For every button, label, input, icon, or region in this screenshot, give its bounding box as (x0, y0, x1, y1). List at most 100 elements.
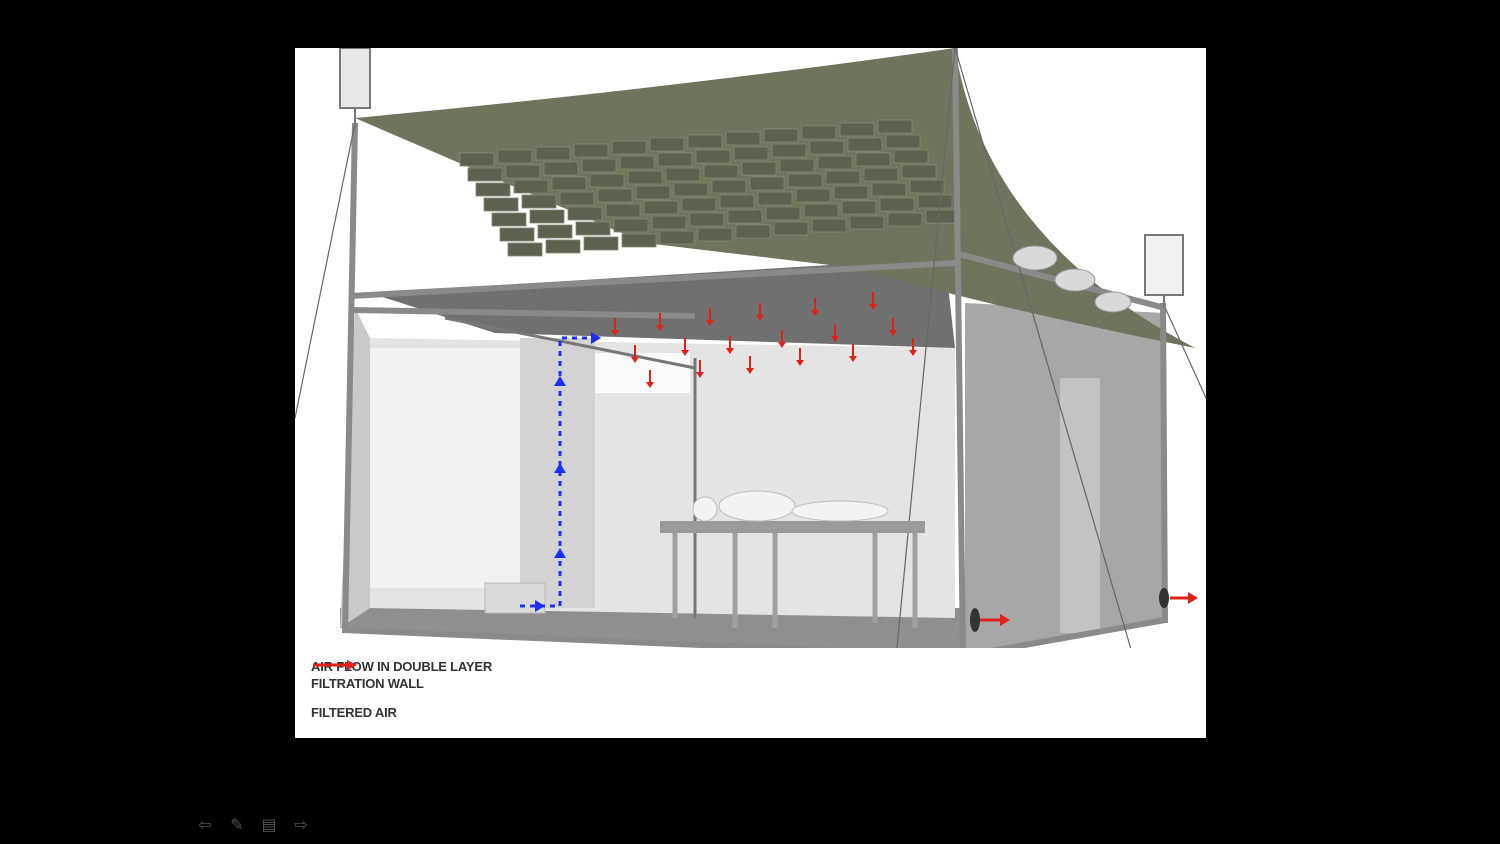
solar-cell (643, 200, 679, 215)
slide: AIR FLOW IN DOUBLE LAYER FILTRATION WALL… (295, 48, 1206, 738)
slideshow-controls: ⇦ ✎ ▤ ⇨ (195, 814, 311, 834)
solar-cell (879, 197, 915, 212)
solar-cell (575, 221, 611, 236)
solar-cell (855, 152, 891, 167)
solar-cell (651, 215, 687, 230)
solar-cell (877, 119, 913, 134)
solar-cell (689, 212, 725, 227)
solar-cell (497, 149, 533, 164)
solar-cell (611, 140, 647, 155)
legend-airflow-line2: FILTRATION WALL (311, 676, 424, 691)
solar-cell (459, 152, 495, 167)
solar-cell (841, 200, 877, 215)
ceiling-filter (370, 258, 955, 348)
solar-cell (581, 158, 617, 173)
solar-cell (771, 143, 807, 158)
solar-cell (573, 143, 609, 158)
solar-cell (665, 167, 701, 182)
solar-cell (537, 224, 573, 239)
solar-cell (733, 146, 769, 161)
arrow-left-icon[interactable]: ⇦ (195, 814, 215, 834)
solar-cell (475, 182, 511, 197)
right-room-door (1060, 378, 1100, 633)
solar-cell (499, 227, 535, 242)
solar-cell (809, 140, 845, 155)
solar-cell (917, 194, 953, 209)
solar-cell (521, 194, 557, 209)
solar-cell (635, 185, 671, 200)
solar-cell (657, 152, 693, 167)
solar-cell (901, 164, 937, 179)
solar-cell (893, 149, 929, 164)
solar-cell (839, 122, 875, 137)
solar-cell (659, 230, 695, 245)
solar-cell (697, 227, 733, 242)
solar-cell (491, 212, 527, 227)
solar-cell (779, 158, 815, 173)
solar-cell (605, 203, 641, 218)
legend: AIR FLOW IN DOUBLE LAYER FILTRATION WALL… (311, 658, 492, 733)
solar-cell (673, 182, 709, 197)
solar-cell (833, 185, 869, 200)
wind-turbine-left (339, 48, 371, 128)
solar-cell (695, 149, 731, 164)
solar-cell (849, 215, 885, 230)
solar-cell (749, 176, 785, 191)
menu-icon[interactable]: ▤ (259, 814, 279, 834)
solar-cell (885, 134, 921, 149)
solar-cell (621, 233, 657, 248)
red-arrow-icon (313, 660, 357, 670)
solar-cell (543, 161, 579, 176)
solar-cell (535, 146, 571, 161)
solar-cell (545, 239, 581, 254)
legend-item-filtered: FILTERED AIR (311, 660, 492, 721)
solar-cell (559, 191, 595, 206)
solar-cell (687, 134, 723, 149)
solar-cell (765, 206, 801, 221)
solar-cell (589, 173, 625, 188)
solar-cell (763, 128, 799, 143)
solar-cell (583, 236, 619, 251)
solar-cell (719, 194, 755, 209)
solar-cell (757, 191, 793, 206)
solar-cell (703, 164, 739, 179)
solar-cell (681, 197, 717, 212)
pencil-icon[interactable]: ✎ (227, 814, 247, 834)
solar-cell (727, 209, 763, 224)
solar-cell (483, 197, 519, 212)
solar-cell (871, 182, 907, 197)
solar-cell (811, 218, 847, 233)
solar-cell (887, 212, 923, 227)
tent-illustration (295, 48, 1206, 648)
back-window (370, 348, 520, 588)
solar-cell (803, 203, 839, 218)
solar-cell (909, 179, 945, 194)
solar-cell (773, 221, 809, 236)
solar-cell (735, 224, 771, 239)
solar-cell (825, 170, 861, 185)
legend-label-filtered: FILTERED AIR (311, 705, 397, 720)
solar-cell (847, 137, 883, 152)
arrow-right-icon[interactable]: ⇨ (291, 814, 311, 834)
solar-cell (529, 209, 565, 224)
solar-cell (817, 155, 853, 170)
solar-cell (567, 206, 603, 221)
solar-cell (513, 179, 549, 194)
solar-cell (597, 188, 633, 203)
solar-cell (725, 131, 761, 146)
solar-cell (467, 167, 503, 182)
solar-cell (795, 188, 831, 203)
solar-cell (801, 125, 837, 140)
solar-cell (787, 173, 823, 188)
wind-turbine-right (1144, 234, 1184, 308)
solar-cell (627, 170, 663, 185)
solar-cell (863, 167, 899, 182)
solar-cell (613, 218, 649, 233)
solar-cell (711, 179, 747, 194)
solar-cell (507, 242, 543, 257)
solar-cell (551, 176, 587, 191)
solar-cell (505, 164, 541, 179)
solar-cell (619, 155, 655, 170)
solar-cell (649, 137, 685, 152)
solar-cell (741, 161, 777, 176)
